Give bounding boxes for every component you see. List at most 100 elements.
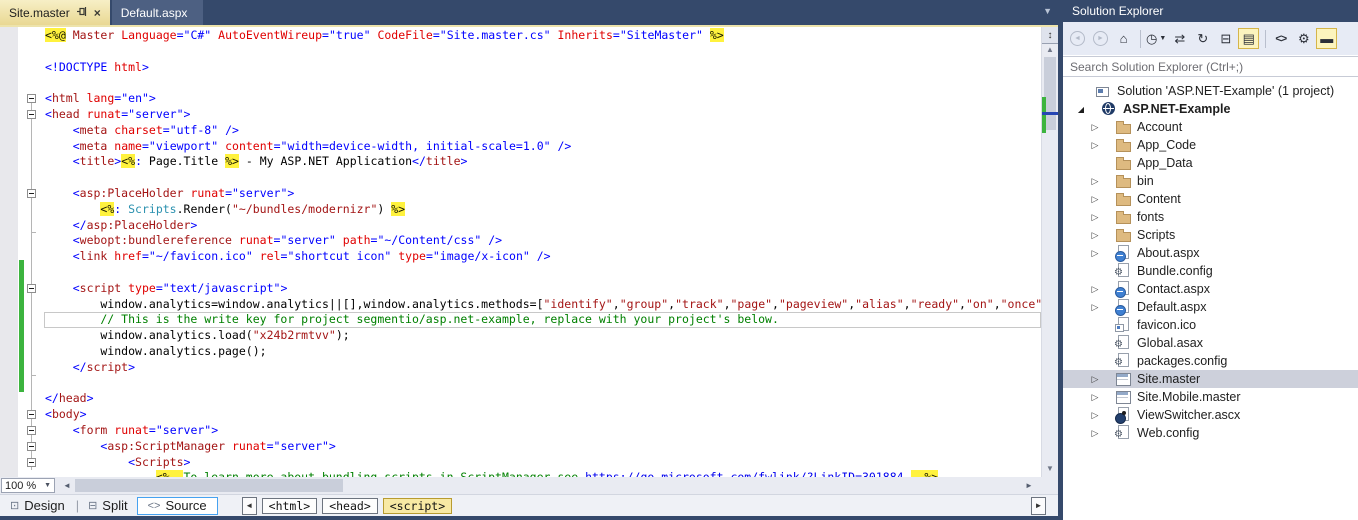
collapse-arrow-icon[interactable]: ▷ bbox=[1087, 392, 1103, 403]
collapse-arrow-icon[interactable]: ▷ bbox=[1087, 122, 1103, 133]
collapse-all-button[interactable]: ⊟ bbox=[1215, 28, 1236, 49]
editor-bottom-scroll-row: 100 % ▼ ◄ ► bbox=[0, 477, 1058, 494]
tab-site.master[interactable]: Site.master× bbox=[0, 0, 110, 25]
refresh-icon: ↻ bbox=[1197, 31, 1208, 47]
pin-icon[interactable] bbox=[77, 6, 87, 20]
refresh-button[interactable]: ↻ bbox=[1192, 28, 1213, 49]
split-view-button[interactable]: ⊟ Split bbox=[88, 498, 128, 513]
tree-item-packages.config[interactable]: ⚙packages.config bbox=[1063, 352, 1358, 370]
collapse-arrow-icon[interactable]: ▷ bbox=[1087, 212, 1103, 223]
collapse-arrow-icon[interactable]: ▷ bbox=[1087, 230, 1103, 241]
code-editor[interactable]: <%@ Master Language="C#" AutoEventWireup… bbox=[0, 27, 1058, 477]
collapse-arrow-icon[interactable]: ▷ bbox=[1087, 194, 1103, 205]
tree-item-scripts[interactable]: ▷ Scripts bbox=[1063, 226, 1358, 244]
zoom-dropdown-icon: ▼ bbox=[44, 482, 51, 489]
collapse-arrow-icon[interactable]: ▷ bbox=[1087, 428, 1103, 439]
solution-explorer-title[interactable]: Solution Explorer bbox=[1063, 0, 1358, 22]
scroll-up-icon[interactable]: ▲ bbox=[1042, 45, 1058, 54]
current-line-box bbox=[44, 312, 1041, 328]
collapse-arrow-icon[interactable]: ▷ bbox=[1087, 284, 1103, 295]
tree-item-label: Contact.aspx bbox=[1137, 282, 1210, 296]
tree-item-fonts[interactable]: ▷fonts bbox=[1063, 208, 1358, 226]
show-all-files-button[interactable]: ▤ bbox=[1238, 28, 1259, 49]
design-view-button[interactable]: ⊡ Design bbox=[10, 498, 65, 513]
sync-with-active-document-button[interactable]: ⇄ bbox=[1169, 28, 1190, 49]
collapse-arrow-icon[interactable]: ▷ bbox=[1087, 140, 1103, 151]
fold-collapse-icon[interactable] bbox=[27, 426, 36, 435]
view-code-button[interactable]: <> bbox=[1270, 28, 1291, 49]
solution-search-input[interactable]: Search Solution Explorer (Ctrl+;) bbox=[1063, 56, 1358, 77]
fold-collapse-icon[interactable] bbox=[27, 458, 36, 467]
tree-item-favicon.ico[interactable]: favicon.ico bbox=[1063, 316, 1358, 334]
tree-item-account[interactable]: ▷Account bbox=[1063, 118, 1358, 136]
tree-item-default.aspx[interactable]: ▷Default.aspx bbox=[1063, 298, 1358, 316]
tree-item-asp.net-example[interactable]: ◢ ASP.NET-Example bbox=[1063, 100, 1358, 118]
tree-item-about.aspx[interactable]: ▷About.aspx bbox=[1063, 244, 1358, 262]
scroll-down-icon[interactable]: ▼ bbox=[1042, 464, 1058, 473]
document-tabstrip: Site.master×Default.aspx ▼ bbox=[0, 0, 1058, 25]
home-button[interactable]: ⌂ bbox=[1113, 28, 1134, 49]
fold-collapse-icon[interactable] bbox=[27, 442, 36, 451]
fold-collapse-icon[interactable] bbox=[27, 284, 36, 293]
horizontal-scroll-thumb[interactable] bbox=[75, 479, 343, 492]
fold-collapse-icon[interactable] bbox=[27, 189, 36, 198]
master-icon bbox=[1115, 389, 1131, 405]
folder-icon bbox=[1115, 119, 1131, 135]
tree-item-label: Content bbox=[1137, 192, 1181, 206]
tab-default.aspx[interactable]: Default.aspx bbox=[112, 0, 204, 25]
ascx-icon bbox=[1115, 407, 1131, 423]
editor-split-handle[interactable]: ↕ bbox=[1042, 27, 1058, 44]
tag-breadcrumb: <html><head> <script> bbox=[262, 498, 457, 514]
expand-arrow-icon[interactable]: ◢ bbox=[1073, 105, 1089, 114]
folder-icon bbox=[1115, 227, 1131, 243]
solution-tree: Solution 'ASP.NET-Example' (1 project) ◢ A… bbox=[1063, 82, 1358, 520]
tree-item-label: ASP.NET-Example bbox=[1123, 102, 1230, 116]
tree-item-bin[interactable]: ▷bin bbox=[1063, 172, 1358, 190]
tree-item-app-code[interactable]: ▷ App_Code bbox=[1063, 136, 1358, 154]
view-switch-bar: ⊡ Design | ⊟ Split <> Source ◄ <html><he… bbox=[0, 494, 1058, 516]
tree-item-web.config[interactable]: ▷⚙Web.config bbox=[1063, 424, 1358, 442]
close-icon[interactable]: × bbox=[94, 8, 101, 18]
source-view-button[interactable]: <> Source bbox=[137, 497, 218, 515]
fold-collapse-icon[interactable] bbox=[27, 94, 36, 103]
tag-nav-back-button[interactable]: ◄ bbox=[242, 497, 257, 515]
collapse-arrow-icon[interactable]: ▷ bbox=[1087, 248, 1103, 259]
tree-item-site.master[interactable]: ▷Site.master bbox=[1063, 370, 1358, 388]
scroll-right-icon[interactable]: ► bbox=[1022, 477, 1036, 494]
tree-item-content[interactable]: ▷ Content bbox=[1063, 190, 1358, 208]
asax-icon: ⚙ bbox=[1115, 335, 1131, 351]
tree-item-solution-asp.net-example-1-project-[interactable]: Solution 'ASP.NET-Example' (1 project) bbox=[1063, 82, 1358, 100]
fold-collapse-icon[interactable] bbox=[27, 110, 36, 119]
tree-item-label: Scripts bbox=[1137, 228, 1175, 242]
zoom-select[interactable]: 100 % ▼ bbox=[1, 478, 55, 493]
tag-crumb-script[interactable]: <script> bbox=[383, 498, 452, 514]
scroll-left-icon[interactable]: ◄ bbox=[60, 477, 74, 494]
collapse-arrow-icon[interactable]: ▷ bbox=[1087, 176, 1103, 187]
tag-crumb-head[interactable]: <head> bbox=[322, 498, 378, 514]
collapse-arrow-icon[interactable]: ▷ bbox=[1087, 302, 1103, 313]
solution-explorer: Solution Explorer ◄►⌂◷▼⇄↻⊟▤<>⚙▬ Search S… bbox=[1063, 0, 1358, 520]
tree-item-global.asax[interactable]: ⚙Global.asax bbox=[1063, 334, 1358, 352]
tree-item-contact.aspx[interactable]: ▷ Contact.aspx bbox=[1063, 280, 1358, 298]
aspx-icon bbox=[1115, 299, 1131, 315]
tree-item-label: App_Code bbox=[1137, 138, 1196, 152]
tree-item-bundle.config[interactable]: ⚙Bundle.config bbox=[1063, 262, 1358, 280]
tree-item-app-data[interactable]: App_Data bbox=[1063, 154, 1358, 172]
fold-collapse-icon[interactable] bbox=[27, 410, 36, 419]
collapse-arrow-icon[interactable]: ▷ bbox=[1087, 410, 1103, 421]
tag-crumb-html[interactable]: <html> bbox=[262, 498, 318, 514]
preview-selected-items-button[interactable]: ▬ bbox=[1316, 28, 1337, 49]
tree-item-label: App_Data bbox=[1137, 156, 1193, 170]
editor-pane: Site.master×Default.aspx ▼ <%@ Master Lan… bbox=[0, 0, 1058, 520]
vs-window: Site.master×Default.aspx ▼ <%@ Master Lan… bbox=[0, 0, 1358, 520]
pending-changes-filter-button[interactable]: ◷▼ bbox=[1145, 28, 1167, 49]
split-view-icon: ⊟ bbox=[88, 499, 97, 512]
properties-button[interactable]: ⚙ bbox=[1293, 28, 1314, 49]
collapse-arrow-icon[interactable]: ▷ bbox=[1087, 374, 1103, 385]
tree-item-site.mobile.master[interactable]: ▷Site.Mobile.master bbox=[1063, 388, 1358, 406]
tag-nav-forward-button[interactable]: ► bbox=[1031, 497, 1046, 515]
document-list-dropdown-icon[interactable]: ▼ bbox=[1043, 6, 1052, 16]
aspx-icon bbox=[1115, 281, 1131, 297]
tree-item-viewswitcher.ascx[interactable]: ▷ViewSwitcher.ascx bbox=[1063, 406, 1358, 424]
vertical-scrollbar[interactable]: ↕ ▲ ▼ bbox=[1041, 27, 1058, 477]
